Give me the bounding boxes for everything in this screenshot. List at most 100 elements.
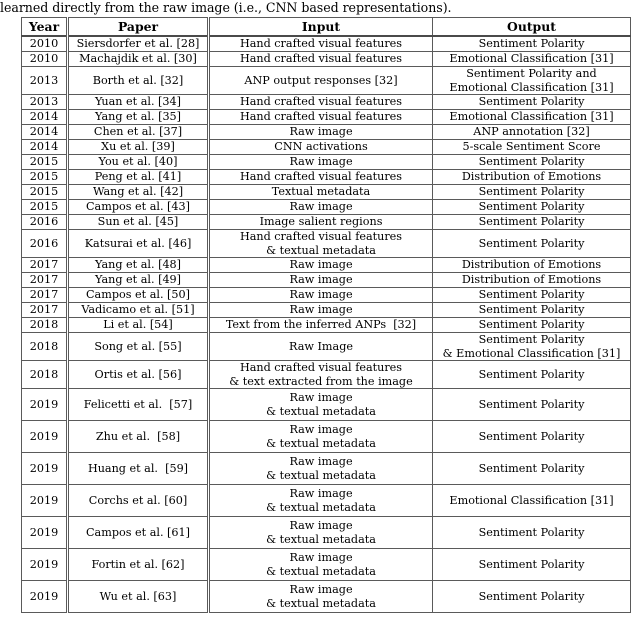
- cell-year: 2019: [21, 516, 69, 549]
- cell-year: 2019: [21, 580, 69, 613]
- cell-paper: Fortin et al. [62]: [67, 548, 210, 581]
- cell-line: Campos et al. [50]: [85, 288, 191, 302]
- cell-line: 2014: [29, 110, 59, 124]
- cell-line: CNN activations: [274, 140, 368, 154]
- cell-year: 2017: [21, 257, 69, 273]
- cell-year: 2016: [21, 229, 69, 258]
- cell-paper: Song et al. [55]: [67, 332, 210, 361]
- cell-year: 2019: [21, 452, 69, 485]
- cell-line: 2014: [29, 125, 59, 139]
- cell-paper: Katsurai et al. [46]: [67, 229, 210, 258]
- cell-output: Distribution of Emotions: [432, 169, 631, 185]
- table-row: 2014 Chen et al. [37] Raw image ANP annotat…: [21, 124, 631, 140]
- cell-line: Chen et al. [37]: [93, 125, 183, 139]
- cell-year: 2015: [21, 184, 69, 200]
- cell-line: Yang et al. [35]: [94, 110, 182, 124]
- cell-paper: Xu et al. [39]: [67, 139, 210, 155]
- cell-line: Raw image: [289, 519, 353, 533]
- cell-line: Felicetti et al. [57]: [83, 397, 193, 411]
- cell-output: Sentiment Polarity: [432, 154, 631, 170]
- cell-paper: Yang et al. [35]: [67, 109, 210, 125]
- cell-line: 2015: [29, 200, 59, 214]
- cell-line: Emotional Classification [31]: [449, 52, 614, 66]
- cell-line: 2016: [29, 236, 59, 250]
- cell-line: Emotional Classification [31]: [449, 110, 614, 124]
- cell-year: 2019: [21, 420, 69, 453]
- cell-line: 2019: [29, 429, 59, 443]
- cell-input: Hand crafted visual features & textual me…: [208, 229, 433, 258]
- cell-line: Sentiment Polarity: [478, 367, 585, 381]
- cell-output: Sentiment Polarity: [432, 302, 631, 318]
- cell-output: ANP annotation [32]: [432, 124, 631, 140]
- cell-line: 2019: [29, 589, 59, 603]
- cell-line: You et al. [40]: [98, 155, 178, 169]
- cell-line: ANP output responses [32]: [244, 73, 398, 87]
- cell-output: Emotional Classification [31]: [432, 109, 631, 125]
- cell-paper: Vadicamo et al. [51]: [67, 302, 210, 318]
- cell-line: Li et al. [54]: [103, 318, 173, 332]
- cell-year: 2014: [21, 139, 69, 155]
- cell-output: Sentiment Polarity: [432, 199, 631, 215]
- table-row: 2019 Corchs et al. [60] Raw image & textual…: [21, 484, 631, 517]
- cell-line: Hand crafted visual features: [239, 37, 403, 51]
- cell-year: 2018: [21, 317, 69, 333]
- cell-output: Sentiment Polarity: [432, 94, 631, 110]
- cell-line: Sentiment Polarity: [478, 288, 585, 302]
- cell-line: Hand crafted visual features: [239, 230, 403, 244]
- cell-input: Raw image: [208, 124, 433, 140]
- table-row: 2016 Katsurai et al. [46] Hand crafted vis…: [21, 229, 631, 258]
- cell-line: & textual metadata: [266, 468, 376, 482]
- cell-paper: Machajdik et al. [30]: [67, 51, 210, 67]
- cell-line: Raw image: [289, 391, 353, 405]
- cell-paper: Li et al. [54]: [67, 317, 210, 333]
- cell-line: 2015: [29, 155, 59, 169]
- cell-paper: Yuan et al. [34]: [67, 94, 210, 110]
- cell-output: Distribution of Emotions: [432, 272, 631, 288]
- cell-paper: Yang et al. [49]: [67, 272, 210, 288]
- cell-line: Vadicamo et al. [51]: [81, 303, 195, 317]
- cell-line: Sentiment Polarity: [478, 429, 585, 443]
- cell-input: Raw Image: [208, 332, 433, 361]
- cell-line: Song et al. [55]: [94, 339, 182, 353]
- cell-input: Raw image & textual metadata: [208, 452, 433, 485]
- cell-year: 2017: [21, 272, 69, 288]
- cell-input: Hand crafted visual features: [208, 35, 433, 52]
- cell-output: Distribution of Emotions: [432, 257, 631, 273]
- cell-output: 5-scale Sentiment Score: [432, 139, 631, 155]
- cell-input: Textual metadata: [208, 184, 433, 200]
- cell-line: Raw image: [289, 200, 353, 214]
- cell-line: Raw image: [289, 583, 353, 597]
- cell-line: 2017: [29, 303, 59, 317]
- cell-output: Sentiment Polarity: [432, 388, 631, 421]
- cell-input: Raw image & textual metadata: [208, 484, 433, 517]
- cell-line: 2017: [29, 273, 59, 287]
- cell-line: & Emotional Classification [31]: [442, 346, 621, 360]
- cell-paper: Chen et al. [37]: [67, 124, 210, 140]
- cell-line: 2010: [29, 37, 59, 51]
- table-row: 2019 Zhu et al. [58] Raw image & textual me…: [21, 420, 631, 453]
- cell-line: Raw Image: [289, 339, 353, 353]
- table-row: 2017 Vadicamo et al. [51] Raw image Sentime…: [21, 302, 631, 318]
- cell-line: Raw image: [289, 273, 353, 287]
- cell-output: Sentiment Polarity: [432, 317, 631, 333]
- cell-line: Katsurai et al. [46]: [84, 236, 192, 250]
- table-row: 2017 Yang et al. [49] Raw image Distributio…: [21, 272, 631, 288]
- cell-line: Zhu et al. [58]: [95, 429, 181, 443]
- cell-line: Sentiment Polarity: [478, 303, 585, 317]
- cell-year: 2017: [21, 287, 69, 303]
- cell-line: Textual metadata: [271, 185, 371, 199]
- cell-line: Sentiment Polarity: [478, 589, 585, 603]
- cell-line: & textual metadata: [266, 532, 376, 546]
- cell-output: Emotional Classification [31]: [432, 484, 631, 517]
- cell-line: & textual metadata: [266, 404, 376, 418]
- cell-line: Hand crafted visual features: [239, 110, 403, 124]
- cell-year: 2014: [21, 124, 69, 140]
- cell-paper: Felicetti et al. [57]: [67, 388, 210, 421]
- cell-input: Raw image: [208, 272, 433, 288]
- cell-line: 2015: [29, 170, 59, 184]
- cell-paper: Wu et al. [63]: [67, 580, 210, 613]
- cell-line: Raw image: [289, 487, 353, 501]
- cell-year: 2014: [21, 109, 69, 125]
- cell-output: Sentiment Polarity: [432, 229, 631, 258]
- table-row: 2014 Xu et al. [39] CNN activations 5-scale…: [21, 139, 631, 155]
